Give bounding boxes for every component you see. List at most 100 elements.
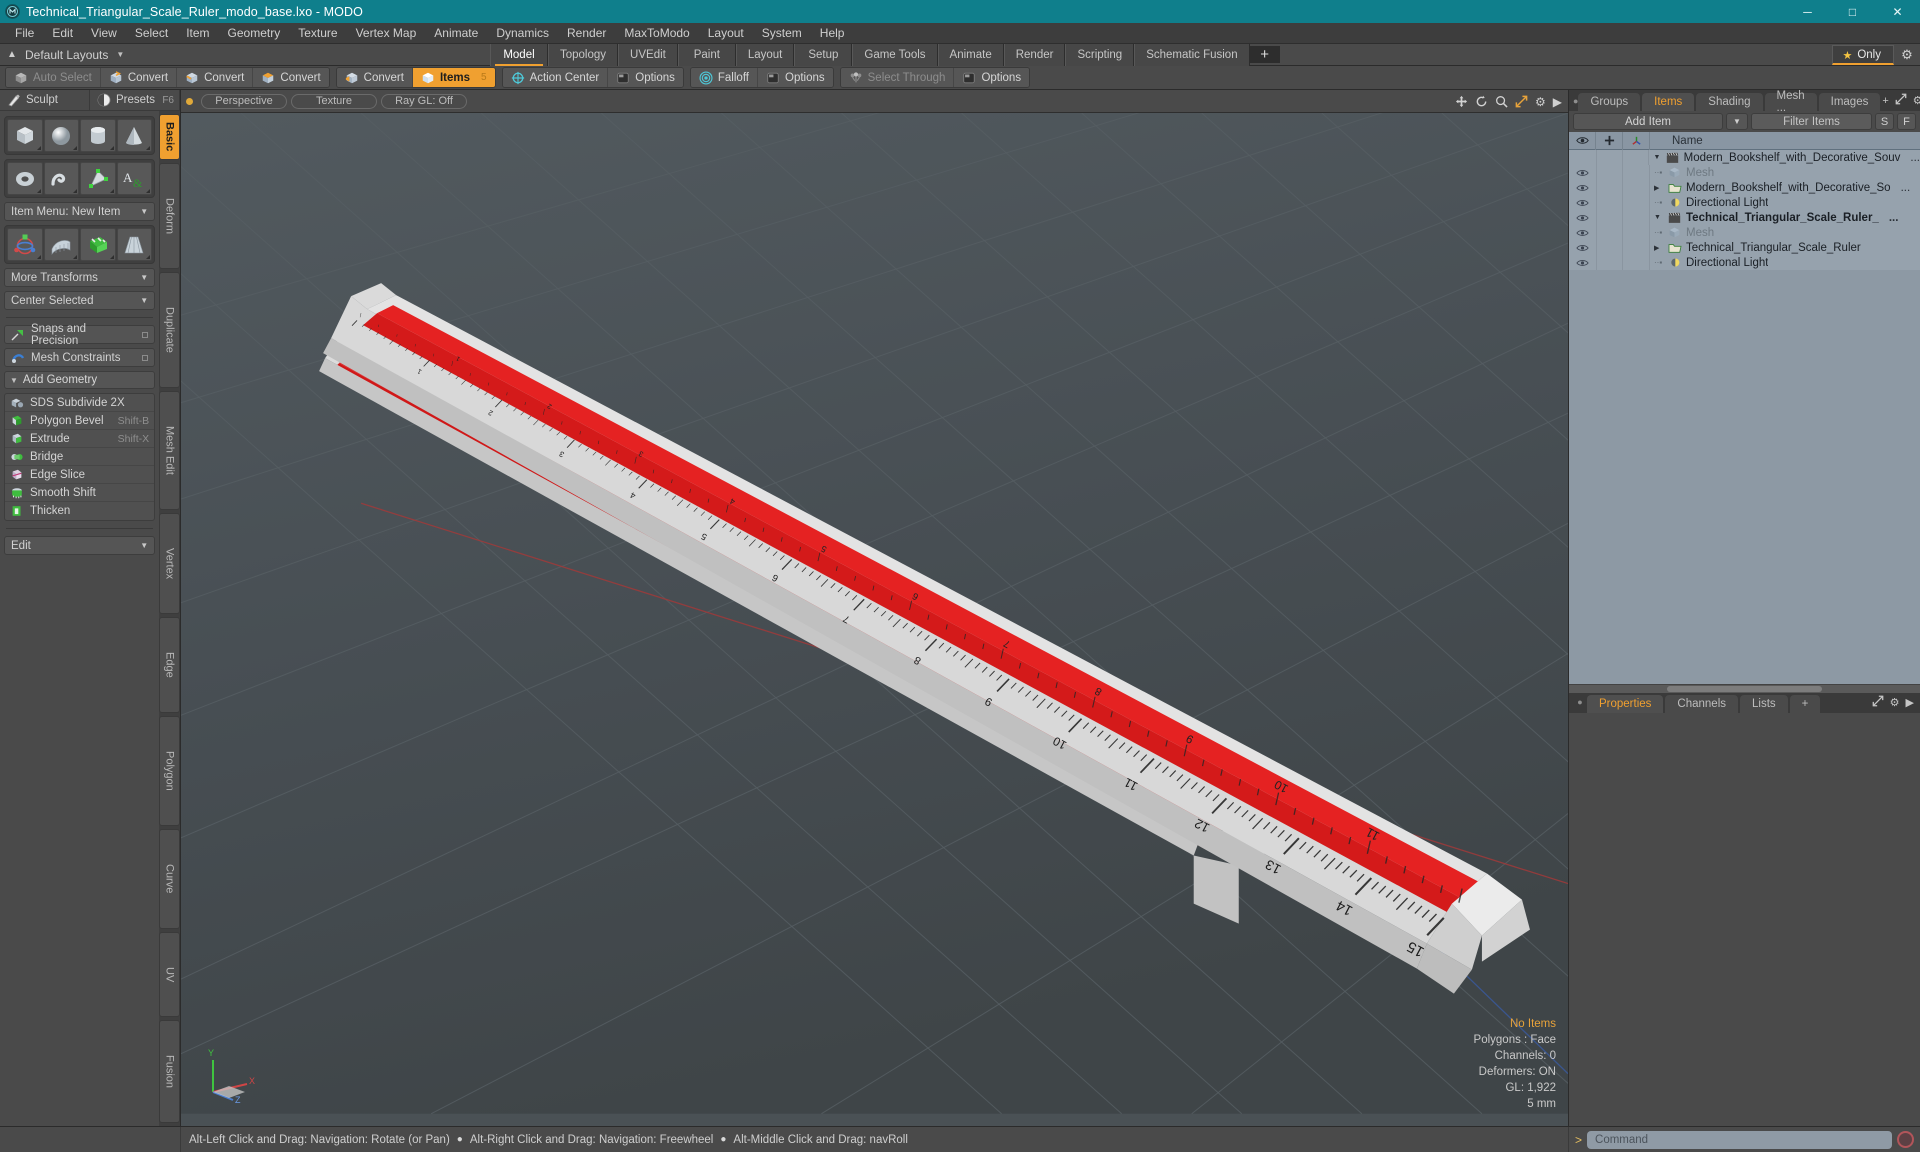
axis-cell[interactable] [1623, 210, 1650, 225]
toolbar-button-options[interactable]: Options [758, 68, 833, 87]
toolbar-button-options[interactable]: Options [608, 68, 683, 87]
right-tab-mesh-[interactable]: Mesh ... [1764, 90, 1817, 114]
view-mode-selector[interactable]: Perspective [201, 93, 287, 109]
visibility-eye-icon[interactable] [1569, 214, 1596, 222]
bend-grid-icon[interactable] [43, 228, 80, 261]
add-cell[interactable] [1595, 150, 1623, 165]
menu-item-file[interactable]: File [6, 24, 43, 42]
command-input[interactable]: Command [1587, 1130, 1892, 1149]
items-tree-row-label[interactable]: ··▪ Mesh [1650, 226, 1714, 239]
maximize-button[interactable]: □ [1830, 0, 1875, 23]
menu-item-dynamics[interactable]: Dynamics [487, 24, 558, 42]
toolbar-button-select-through[interactable]: Select Through [840, 68, 955, 87]
visibility-eye-icon[interactable] [1569, 169, 1596, 177]
sculpt-tab[interactable]: Sculpt [0, 90, 90, 110]
toolbar-button-options[interactable]: Options [954, 68, 1030, 87]
add-cell[interactable] [1596, 180, 1623, 195]
add-cell[interactable] [1596, 225, 1623, 240]
center-selected-dropdown[interactable]: Center Selected ▼ [4, 291, 156, 310]
zoom-icon[interactable] [1495, 95, 1508, 108]
axis-cell[interactable] [1623, 180, 1650, 195]
menu-item-animate[interactable]: Animate [425, 24, 487, 42]
layout-tab-setup[interactable]: Setup [794, 43, 853, 66]
menu-item-edit[interactable]: Edit [43, 24, 82, 42]
visibility-eye-icon[interactable] [1569, 199, 1596, 207]
mesh-constraints-button[interactable]: Mesh Constraints [4, 348, 156, 367]
move-icon[interactable] [1455, 95, 1468, 108]
visibility-eye-icon[interactable] [1569, 184, 1596, 192]
more-transforms-dropdown[interactable]: More Transforms ▼ [4, 268, 156, 287]
sphere-icon[interactable] [43, 119, 80, 152]
toolbar-button-convert[interactable]: Convert [177, 68, 254, 87]
chevron-down-icon[interactable]: ▼ [1654, 214, 1664, 221]
items-tree-row[interactable]: ▼ Modern_Bookshelf_with_Decorative_Souv..… [1569, 150, 1920, 165]
menu-item-help[interactable]: Help [811, 24, 854, 42]
items-tree-row[interactable]: ▶ Modern_Bookshelf_with_Decorative_So... [1569, 180, 1920, 195]
panel-menu-dot-icon[interactable]: ● [1573, 692, 1587, 713]
layout-tab-uvedit[interactable]: UVEdit [618, 43, 678, 66]
axis-cell[interactable] [1623, 165, 1650, 180]
axis-cell[interactable] [1623, 150, 1650, 165]
layout-tab-render[interactable]: Render [1003, 43, 1066, 66]
expand-icon[interactable] [1895, 93, 1907, 108]
chevron-right-icon[interactable]: ▶ [1654, 244, 1664, 252]
add-geometry-section-header[interactable]: ▼ Add Geometry [4, 371, 156, 389]
menu-item-vertex-map[interactable]: Vertex Map [347, 24, 426, 42]
add-item-button[interactable]: Add Item [1573, 113, 1723, 130]
items-tree-row[interactable]: ··▪ Directional Light [1569, 255, 1920, 270]
items-tree-row[interactable]: ▼ Technical_Triangular_Scale_Ruler_... [1569, 210, 1920, 225]
layout-tab-schematic-fusion[interactable]: Schematic Fusion [1134, 43, 1250, 66]
toolbar-button-auto-select[interactable]: Auto Select [6, 68, 101, 87]
layout-tab-game-tools[interactable]: Game Tools [852, 43, 938, 66]
left-vertical-tab-deform[interactable]: Deform [159, 163, 180, 270]
geometry-tool-sds-subdivide-2x[interactable]: SDS Subdivide 2X [5, 394, 155, 412]
chevron-right-icon[interactable]: ▶ [1906, 696, 1914, 709]
snaps-and-precision-button[interactable]: Snaps and Precision [4, 323, 156, 347]
add-cell[interactable] [1596, 210, 1623, 225]
items-horizontal-scrollbar[interactable] [1569, 683, 1920, 693]
right-tab-images[interactable]: Images [1818, 93, 1881, 111]
left-vertical-tab-curve[interactable]: Curve [159, 829, 180, 929]
menu-item-item[interactable]: Item [177, 24, 218, 42]
default-layouts-label[interactable]: Default Layouts [20, 48, 113, 62]
layout-tab-model[interactable]: Model [490, 43, 548, 66]
fit-icon[interactable] [1515, 95, 1528, 108]
torus-icon[interactable] [7, 162, 43, 195]
viewport-menu-dot-icon[interactable] [186, 97, 193, 105]
text-tool-icon[interactable]: A & [116, 162, 153, 195]
menu-item-layout[interactable]: Layout [699, 24, 753, 42]
left-vertical-tab-uv[interactable]: UV [159, 931, 180, 1017]
items-tree-row-label[interactable]: ▶ Modern_Bookshelf_with_Decorative_So... [1650, 181, 1910, 194]
left-vertical-tab-duplicate[interactable]: Duplicate [159, 272, 180, 389]
cube-icon[interactable] [7, 119, 43, 152]
gear-icon[interactable]: ⚙ [1535, 95, 1546, 109]
filter-f-button[interactable]: F [1897, 113, 1916, 130]
layout-tab-animate[interactable]: Animate [937, 43, 1004, 66]
toolbar-button-items[interactable]: Items 5 [412, 68, 495, 87]
right-tab-shading[interactable]: Shading [1696, 93, 1763, 111]
items-tree-row[interactable]: ··▪ Mesh [1569, 225, 1920, 240]
toolbar-button-convert[interactable]: Convert [100, 68, 178, 87]
cone-icon[interactable] [116, 119, 153, 152]
bottom-tab-lists[interactable]: Lists [1740, 694, 1788, 713]
options-square-icon[interactable] [142, 331, 149, 338]
geometry-tool-thicken[interactable]: Thicken [5, 502, 154, 520]
toolbar-button-convert[interactable]: Convert [336, 68, 413, 87]
axis-cell[interactable] [1623, 225, 1650, 240]
gear-icon[interactable]: ⚙ [1890, 696, 1900, 709]
add-bottom-tab-button[interactable]: + [1789, 694, 1821, 713]
left-vertical-tab-polygon[interactable]: Polygon [159, 716, 180, 827]
visibility-eye-icon[interactable] [1569, 259, 1596, 267]
layout-tab-scripting[interactable]: Scripting [1065, 43, 1135, 66]
items-tree-row[interactable]: ··▪ Mesh [1569, 165, 1920, 180]
bottom-tab-channels[interactable]: Channels [1665, 694, 1739, 713]
toolbar-button-action-center[interactable]: Action Center [502, 68, 609, 87]
geometry-tool-extrude[interactable]: Extrude Shift-X [5, 430, 155, 448]
filter-s-button[interactable]: S [1875, 113, 1894, 130]
items-tree-row-label[interactable]: ··▪ Mesh [1650, 166, 1714, 179]
expand-icon[interactable] [1872, 695, 1884, 710]
bottom-tab-properties[interactable]: Properties [1587, 694, 1664, 713]
menu-item-geometry[interactable]: Geometry [219, 24, 290, 42]
gear-icon[interactable]: ⚙ [1913, 94, 1920, 107]
toolbar-button-falloff[interactable]: Falloff [690, 68, 758, 87]
